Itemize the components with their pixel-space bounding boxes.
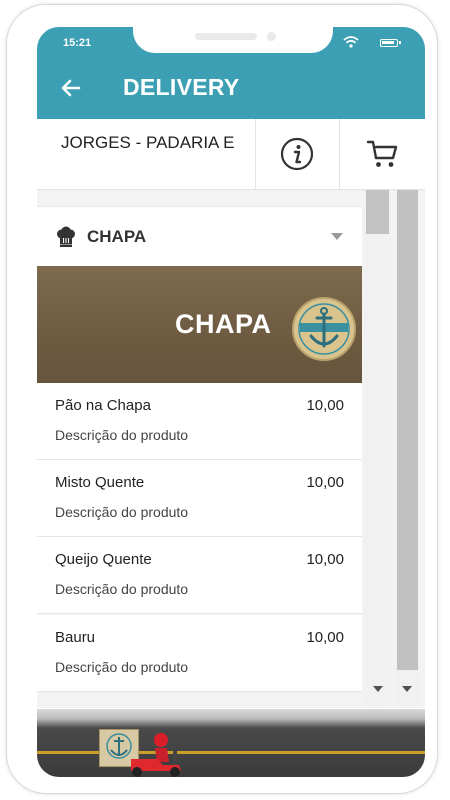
- app-bar: DELIVERY: [37, 57, 425, 119]
- outer-scrollbar-thumb[interactable]: [397, 190, 418, 670]
- back-arrow-icon[interactable]: [59, 76, 83, 100]
- wifi-icon: [343, 36, 359, 48]
- phone-frame: 15:21 DELIVERY JORGES - PADARIA E CHAPA …: [6, 4, 438, 794]
- product-item[interactable]: Pão na Chapa 10,00 Descrição do produto: [37, 383, 362, 460]
- speaker-grille: [195, 33, 257, 40]
- scroll-down-arrow-icon[interactable]: [402, 686, 412, 692]
- product-name: Bauru: [55, 629, 96, 646]
- product-item[interactable]: Misto Quente 10,00 Descrição do produto: [37, 460, 362, 537]
- anchor-logo-icon: [292, 297, 356, 361]
- battery-icon: [380, 39, 401, 47]
- status-time: 15:21: [63, 37, 92, 49]
- product-price: 10,00: [306, 551, 344, 568]
- footer-banner: [37, 709, 425, 777]
- category-header-chapa[interactable]: CHAPA: [37, 206, 362, 267]
- product-price: 10,00: [306, 629, 344, 646]
- inner-scrollbar-track[interactable]: [364, 190, 391, 708]
- product-name: Misto Quente: [55, 474, 145, 491]
- triangle-down-icon[interactable]: [331, 233, 343, 241]
- banner-title: CHAPA: [175, 309, 272, 339]
- info-icon: [280, 137, 314, 171]
- store-name: JORGES - PADARIA E: [61, 133, 235, 152]
- menu-content: CHAPA CHAPA Pão na Chapa 10,00 Descrição…: [37, 190, 362, 708]
- app-screen: 15:21 DELIVERY JORGES - PADARIA E CHAPA …: [37, 27, 425, 777]
- product-description: Descrição do produto: [55, 581, 189, 597]
- status-bar: 15:21: [37, 27, 425, 57]
- scroll-down-arrow-icon[interactable]: [373, 686, 383, 692]
- product-item[interactable]: Bauru 10,00 Descrição do produto: [37, 615, 362, 692]
- cart-button[interactable]: [339, 119, 425, 189]
- menu-scroll-area[interactable]: CHAPA CHAPA Pão na Chapa 10,00 Descrição…: [37, 190, 425, 708]
- road-stripe: [37, 751, 425, 754]
- category-banner: CHAPA: [37, 266, 362, 383]
- product-price: 10,00: [306, 397, 344, 414]
- product-description: Descrição do produto: [55, 427, 189, 443]
- store-header: JORGES - PADARIA E: [37, 119, 425, 190]
- camera-dot: [267, 32, 276, 41]
- info-button[interactable]: [255, 119, 339, 189]
- product-price: 10,00: [306, 474, 344, 491]
- chef-hat-icon: [57, 226, 75, 247]
- phone-notch: [133, 27, 333, 53]
- cart-icon: [366, 140, 398, 167]
- page-title: DELIVERY: [123, 74, 240, 100]
- product-name: Pão na Chapa: [55, 397, 151, 414]
- delivery-scooter-icon: [131, 733, 181, 777]
- product-description: Descrição do produto: [55, 659, 189, 675]
- category-title: CHAPA: [87, 227, 147, 246]
- product-description: Descrição do produto: [55, 504, 189, 520]
- product-item[interactable]: Queijo Quente 10,00 Descrição do produto: [37, 537, 362, 614]
- inner-scrollbar-thumb[interactable]: [366, 190, 389, 234]
- product-name: Queijo Quente: [55, 551, 152, 568]
